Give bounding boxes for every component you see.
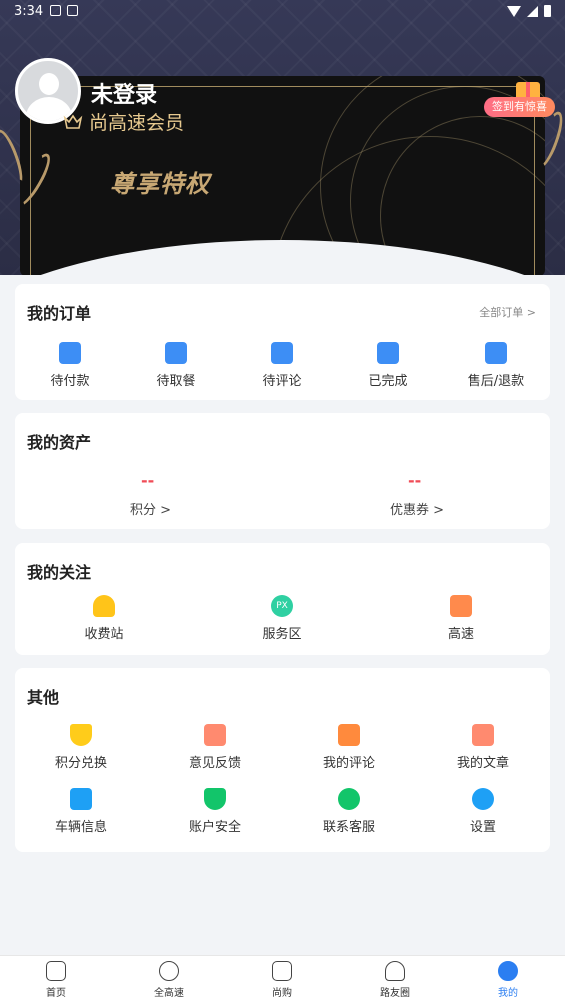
order-pending-pickup[interactable]: 待取餐 bbox=[121, 342, 231, 389]
security-shield-icon bbox=[204, 788, 226, 810]
vehicle-info-entry[interactable]: 车辆信息 bbox=[26, 788, 136, 835]
assets-title: 我的资产 bbox=[27, 433, 92, 452]
signin-badge[interactable]: 签到有惊喜 bbox=[484, 97, 555, 117]
points-exchange-icon bbox=[70, 724, 92, 746]
points-value[interactable]: -- bbox=[141, 471, 154, 490]
coupons-value[interactable]: -- bbox=[408, 471, 421, 490]
signal-icon bbox=[527, 5, 538, 17]
crown-icon bbox=[63, 114, 83, 130]
orders-title: 我的订单 bbox=[27, 304, 92, 323]
other-item-label: 账户安全 bbox=[188, 820, 241, 835]
order-item-label: 待评论 bbox=[262, 374, 302, 389]
profile-icon bbox=[498, 961, 518, 981]
service-area-icon: PX bbox=[271, 595, 293, 617]
meal-icon bbox=[165, 342, 187, 364]
order-item-label: 已完成 bbox=[368, 374, 408, 389]
order-pending-review[interactable]: 待评论 bbox=[227, 342, 337, 389]
image-notification-icon bbox=[50, 5, 61, 16]
notification-icons bbox=[50, 5, 78, 16]
follow-item-label: 收费站 bbox=[84, 627, 124, 642]
login-status[interactable]: 未登录 bbox=[91, 77, 157, 109]
follow-service-area[interactable]: PX 服务区 bbox=[227, 595, 337, 642]
bottom-nav: 首页 全高速 尚购 路友圈 我的 bbox=[0, 955, 565, 1004]
customer-service-icon bbox=[338, 788, 360, 810]
feedback-icon bbox=[204, 724, 226, 746]
nav-profile[interactable]: 我的 bbox=[468, 961, 548, 999]
profile-header bbox=[0, 0, 565, 275]
other-item-label: 我的文章 bbox=[456, 756, 509, 771]
other-title: 其他 bbox=[27, 688, 60, 707]
orders-card: 我的订单 全部订单 > 待付款 待取餐 待评论 已完成 售后/退款 bbox=[15, 284, 550, 400]
shop-icon bbox=[272, 961, 292, 981]
follow-item-label: 服务区 bbox=[262, 627, 302, 642]
nav-highway[interactable]: 全高速 bbox=[129, 961, 209, 999]
order-pending-payment[interactable]: 待付款 bbox=[15, 342, 125, 389]
avatar-head bbox=[39, 73, 59, 95]
nav-shop[interactable]: 尚购 bbox=[242, 961, 322, 999]
refund-icon bbox=[485, 342, 507, 364]
feedback-entry[interactable]: 意见反馈 bbox=[160, 724, 270, 771]
battery-icon bbox=[544, 5, 551, 17]
order-item-label: 售后/退款 bbox=[467, 374, 525, 389]
order-item-label: 待取餐 bbox=[156, 374, 196, 389]
other-card: 其他 积分兑换 意见反馈 我的评论 我的文章 车辆信息 账户安全 联系客服 设置 bbox=[15, 668, 550, 852]
status-time: 3:34 bbox=[14, 4, 44, 19]
points-link[interactable]: 积分 > bbox=[130, 499, 171, 518]
other-item-label: 联系客服 bbox=[322, 820, 375, 835]
customer-service-entry[interactable]: 联系客服 bbox=[294, 788, 404, 835]
other-item-label: 设置 bbox=[469, 820, 496, 835]
all-orders-link[interactable]: 全部订单 > bbox=[479, 304, 536, 320]
order-item-label: 待付款 bbox=[50, 374, 90, 389]
nav-label: 首页 bbox=[46, 988, 66, 999]
nav-label: 我的 bbox=[498, 988, 518, 999]
nav-home[interactable]: 首页 bbox=[16, 961, 96, 999]
home-icon bbox=[46, 961, 66, 981]
toll-station-icon bbox=[93, 595, 115, 617]
coupons-link[interactable]: 优惠券 > bbox=[390, 499, 444, 518]
follow-item-label: 高速 bbox=[447, 627, 474, 642]
nav-label: 尚购 bbox=[272, 988, 292, 999]
completed-doc-icon bbox=[377, 342, 399, 364]
my-comments-entry[interactable]: 我的评论 bbox=[294, 724, 404, 771]
wallet-icon bbox=[59, 342, 81, 364]
nav-community[interactable]: 路友圈 bbox=[355, 961, 435, 999]
community-icon bbox=[385, 961, 405, 981]
my-articles-entry[interactable]: 我的文章 bbox=[428, 724, 538, 771]
app-notification-icon bbox=[67, 5, 78, 16]
highway-icon bbox=[450, 595, 472, 617]
member-label: 尚高速会员 bbox=[89, 112, 185, 134]
other-item-label: 我的评论 bbox=[322, 756, 375, 771]
follow-card: 我的关注 收费站 PX 服务区 高速 bbox=[15, 543, 550, 655]
other-item-label: 车辆信息 bbox=[54, 820, 107, 835]
follow-title: 我的关注 bbox=[27, 563, 92, 582]
comment-doc-icon bbox=[271, 342, 293, 364]
my-comments-icon bbox=[338, 724, 360, 746]
vehicle-icon bbox=[70, 788, 92, 810]
settings-entry[interactable]: 设置 bbox=[428, 788, 538, 835]
account-security-entry[interactable]: 账户安全 bbox=[160, 788, 270, 835]
other-item-label: 积分兑换 bbox=[54, 756, 107, 771]
privilege-title: 尊享特权 bbox=[110, 170, 210, 198]
member-row[interactable]: 尚高速会员 bbox=[63, 108, 184, 135]
highway-nav-icon bbox=[159, 961, 179, 981]
settings-icon bbox=[472, 788, 494, 810]
follow-highway[interactable]: 高速 bbox=[406, 595, 516, 642]
order-completed[interactable]: 已完成 bbox=[333, 342, 443, 389]
status-bar: 3:34 bbox=[0, 0, 565, 24]
follow-toll-station[interactable]: 收费站 bbox=[49, 595, 159, 642]
wifi-icon bbox=[507, 5, 521, 17]
system-icons bbox=[507, 5, 551, 17]
assets-card: 我的资产 -- 积分 > -- 优惠券 > bbox=[15, 413, 550, 529]
nav-label: 路友圈 bbox=[380, 988, 410, 999]
order-refund[interactable]: 售后/退款 bbox=[441, 342, 551, 389]
nav-label: 全高速 bbox=[154, 988, 184, 999]
my-articles-icon bbox=[472, 724, 494, 746]
points-exchange-entry[interactable]: 积分兑换 bbox=[26, 724, 136, 771]
other-item-label: 意见反馈 bbox=[188, 756, 241, 771]
